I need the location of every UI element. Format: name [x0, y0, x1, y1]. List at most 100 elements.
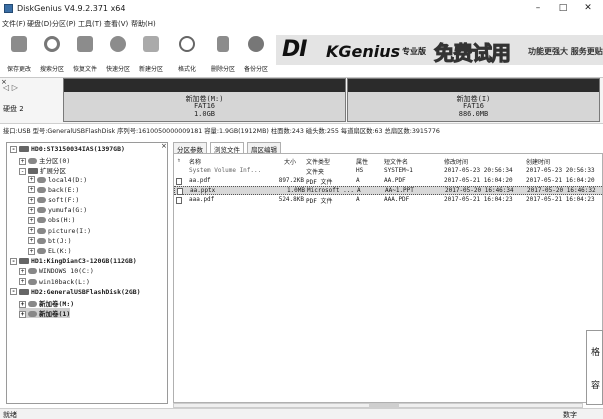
- tree-item[interactable]: + yumufa(G:): [28, 206, 87, 214]
- tree-item-label: 扩展分区: [40, 167, 66, 176]
- expand-icon[interactable]: +: [28, 237, 35, 245]
- product-banner[interactable]: DI KGenius 专业版 免费试用 功能更强大 服务更贴心: [276, 35, 603, 65]
- file-type: 文件夹: [306, 169, 325, 176]
- tree-item[interactable]: + bt(J:): [28, 237, 71, 245]
- disk-map-bar: × ◁ ▷ 硬盘 2 新加卷(M:) FAT16 1.0GB 新加卷(I) FA…: [0, 78, 603, 124]
- file-type: Microsoft ...: [307, 187, 354, 194]
- collapse-icon[interactable]: -: [19, 167, 26, 175]
- col-attr[interactable]: 属性: [356, 157, 368, 166]
- tree-item-label: obs(H:): [48, 216, 76, 225]
- tree-item[interactable]: + 新加卷(M:): [19, 298, 74, 308]
- tab-browse-files[interactable]: 浏览文件: [210, 142, 244, 154]
- expand-icon[interactable]: +: [19, 300, 26, 308]
- col-name[interactable]: 名称: [189, 157, 201, 166]
- tree-item[interactable]: + picture(I:): [28, 227, 91, 235]
- partition-fs: FAT16: [462, 102, 485, 110]
- file-short-name: AA~1.PPT: [385, 187, 414, 194]
- file-modified: 2017-05-20 16:46:34: [445, 187, 514, 194]
- menu-help[interactable]: 帮助(H): [131, 19, 156, 29]
- file-created: 2017-05-20 16:46:32: [527, 187, 596, 194]
- partition-icon: [37, 197, 46, 203]
- tree-item-label: 新加卷(M:): [39, 300, 75, 308]
- tree-item[interactable]: + WINDOWS 10(C:): [19, 267, 94, 275]
- partition-icon: [28, 268, 37, 275]
- save-changes-button[interactable]: 保存更改: [4, 32, 32, 76]
- backup-partition-button[interactable]: 备份分区: [241, 32, 269, 76]
- window-title: DiskGenius V4.9.2.371 x64: [17, 4, 126, 13]
- tree-item[interactable]: + 主分区(0): [19, 155, 70, 165]
- collapse-icon[interactable]: -: [10, 288, 17, 296]
- tree-item[interactable]: - HD2:GeneralUSBFlashDisk(2GB): [10, 288, 141, 296]
- sort-up-icon[interactable]: ⇑: [177, 157, 181, 164]
- collapse-icon[interactable]: -: [10, 257, 17, 265]
- expand-icon[interactable]: +: [19, 157, 26, 165]
- expand-icon[interactable]: +: [28, 216, 35, 224]
- tree-item-label: 新加卷(1): [39, 310, 71, 319]
- maximize-button[interactable]: □: [553, 2, 573, 15]
- menu-file[interactable]: 文件(F): [2, 19, 26, 29]
- menu-disk[interactable]: 硬盘(D): [27, 19, 52, 29]
- file-row[interactable]: System Volume Inf... 文件夹 HS SYSTEM~1 2017-05…: [174, 167, 602, 176]
- tree-item[interactable]: + obs(H:): [28, 216, 75, 224]
- col-short-name[interactable]: 短文件名: [384, 157, 408, 166]
- tree-item-label: bt(J:): [48, 236, 72, 245]
- expand-icon[interactable]: +: [28, 206, 35, 214]
- file-name: aa.pdf: [189, 176, 211, 184]
- file-row[interactable]: aa.pdf 897.2KB PDF 文件 A AA.PDF 2017-05-21 16:…: [174, 176, 602, 186]
- menu-partition[interactable]: 分区(P): [52, 19, 76, 29]
- tree-item-label: yumufa(G:): [48, 206, 88, 215]
- collapse-icon[interactable]: -: [10, 145, 17, 153]
- tree-item[interactable]: - HD1:KingDianC3-120GB(112GB): [10, 257, 137, 265]
- format-button[interactable]: 格式化: [172, 32, 200, 76]
- menu-tools[interactable]: 工具(T): [78, 19, 102, 29]
- new-partition-button[interactable]: 新建分区: [136, 32, 164, 76]
- close-button[interactable]: ✕: [578, 2, 598, 15]
- tree-item[interactable]: + 新加卷(1): [19, 308, 71, 319]
- tree-item[interactable]: - HD0:ST3150034IAS(1397GB): [10, 145, 125, 153]
- disk-label: 硬盘 2: [3, 105, 24, 113]
- minimize-button[interactable]: –: [528, 2, 548, 15]
- quick-partition-button[interactable]: 快速分区: [103, 32, 131, 76]
- partition-icon: [37, 237, 46, 244]
- expand-icon[interactable]: +: [19, 278, 26, 286]
- expand-icon[interactable]: +: [28, 196, 35, 204]
- search-partition-button[interactable]: 搜索分区: [37, 32, 65, 76]
- expand-icon[interactable]: +: [28, 186, 35, 194]
- tree-item[interactable]: + EL(K:): [28, 247, 71, 255]
- file-attr: A: [357, 187, 361, 194]
- expand-icon[interactable]: +: [19, 310, 26, 318]
- file-row[interactable]: aa.pptx 1.0MB Microsoft ... A AA~1.PPT 2017-0…: [174, 186, 602, 195]
- tree-item[interactable]: + soft(F:): [28, 196, 79, 204]
- tab-partition-params[interactable]: 分区参数: [173, 142, 207, 154]
- col-modified[interactable]: 修改时间: [444, 157, 468, 166]
- expand-icon[interactable]: +: [19, 267, 26, 275]
- banner-slogan: 功能更强大 服务更贴心: [528, 47, 603, 56]
- partition-icon: [37, 248, 46, 254]
- delete-partition-button[interactable]: 删除分区: [208, 32, 236, 76]
- recover-files-button[interactable]: 恢复文件: [70, 32, 98, 76]
- file-created: 2017-05-21 16:04:20: [526, 176, 595, 184]
- tab-strip: 分区参数 浏览文件 扇区编辑: [173, 142, 603, 154]
- expand-icon[interactable]: +: [28, 227, 35, 235]
- expand-icon[interactable]: +: [28, 247, 35, 255]
- disk-tree[interactable]: - HD0:ST3150034IAS(1397GB) + 主分区(0) - 扩展分区 + lo…: [6, 142, 168, 404]
- partition-block-m[interactable]: 新加卷(M:) FAT16 1.0GB: [63, 78, 346, 122]
- tree-close-icon[interactable]: ×: [161, 142, 167, 150]
- file-name: System Volume Inf...: [189, 167, 262, 174]
- expand-icon[interactable]: +: [28, 176, 35, 184]
- tree-item[interactable]: + win10back(L:): [19, 278, 90, 286]
- col-created[interactable]: 创建时间: [526, 157, 550, 166]
- col-type[interactable]: 文件类型: [306, 157, 330, 166]
- disk-nav-arrows[interactable]: ◁ ▷: [3, 83, 18, 92]
- tree-item[interactable]: - 扩展分区: [19, 165, 66, 175]
- col-size[interactable]: 大小: [284, 157, 296, 166]
- file-row[interactable]: aaa.pdf 524.8KB PDF 文件 A AAA.PDF 2017-05-21 1…: [174, 195, 602, 205]
- tree-item[interactable]: + local4(D:): [28, 176, 87, 184]
- file-name: aaa.pdf: [189, 195, 215, 203]
- banner-edition: 专业版: [402, 47, 426, 56]
- tree-item[interactable]: + back(E:): [28, 186, 79, 194]
- file-size: 897.2KB: [278, 176, 304, 184]
- tab-sector-edit[interactable]: 扇区编辑: [247, 142, 281, 154]
- menu-view[interactable]: 查看(V): [104, 19, 128, 29]
- partition-block-1[interactable]: 新加卷(I) FAT16 886.0MB: [347, 78, 600, 122]
